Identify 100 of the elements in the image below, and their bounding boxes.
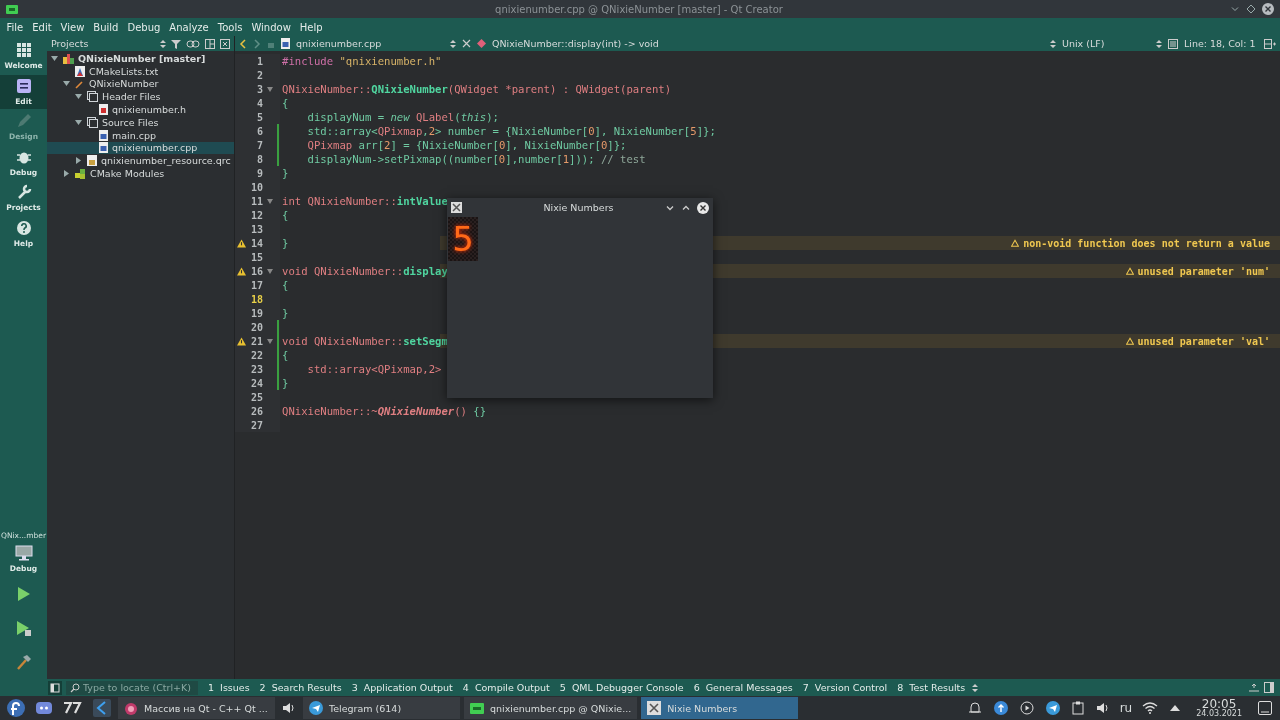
output-tab[interactable]: 5 QML Debugger Console [556,682,687,693]
maximize-panel-icon[interactable] [1248,682,1260,693]
grid-icon [15,42,32,58]
fold-arrow-icon[interactable] [267,268,273,274]
line-number: 13 [249,223,263,235]
menu-item[interactable]: View [56,21,89,33]
code-line: } [282,377,289,389]
code-line: #include "qnixienumber.h" [282,55,442,67]
menu-item[interactable]: Edit [27,21,57,33]
output-tab[interactable]: 2 Search Results [256,682,345,693]
close-icon[interactable] [1262,3,1274,15]
code-line: void QNixieNumber::setSegm [282,335,448,347]
menu-item[interactable]: Window [246,21,296,33]
resource-file-icon [87,155,97,167]
tree-item[interactable]: QNixieNumber [89,78,159,90]
collapse-arrow-icon[interactable] [63,80,71,88]
updown-icon[interactable] [160,38,166,49]
close-icon[interactable] [697,201,709,214]
clipboard-icon[interactable] [1071,701,1084,715]
menu-item[interactable]: Help [295,21,328,33]
taskbar-task[interactable]: Telegram (614) [303,697,460,719]
link-icon[interactable] [186,38,200,49]
updown-icon[interactable] [972,682,979,693]
keyboard-layout[interactable]: ru [1119,701,1133,715]
split-icon[interactable] [1264,682,1274,693]
output-tab[interactable]: 4 Compile Output [459,682,553,693]
source-file-icon [99,142,108,154]
code-line: { [282,97,289,109]
chat-icon[interactable] [35,700,53,716]
output-tab[interactable]: 1 Issues [205,682,253,693]
menu-item[interactable]: Tools [213,21,247,33]
expand-arrow-icon[interactable] [1170,705,1181,711]
code-line: std::array<QPixmap,2> number = {NixieNumber[0], NixieNumber[5]}; [306,125,716,137]
taskbar-task[interactable]: Массив на Qt - C++ Qt ... [118,697,275,719]
speaker-icon[interactable] [282,701,296,715]
sidebar-toggle-icon[interactable] [48,680,62,695]
code-line: std::array<QPixmap,2> [306,363,442,375]
tree-item[interactable]: CMakeLists.txt [89,65,159,77]
debug-run-icon[interactable] [15,620,32,636]
telegram-icon[interactable] [1045,701,1060,715]
update-icon[interactable] [993,701,1008,715]
speaker-icon[interactable] [1095,701,1110,715]
wifi-icon[interactable] [1142,702,1159,714]
tree-item[interactable]: main.cpp [112,129,157,141]
expand-arrow-icon[interactable] [63,170,71,178]
menu-item[interactable]: Build [88,21,123,33]
taskbar-task[interactable]: Nixie Numbers [641,697,799,719]
split-icon[interactable] [1264,38,1276,49]
fold-arrow-icon[interactable] [267,86,273,92]
tree-item[interactable]: qnixienumber.h [112,104,187,116]
taskbar-task[interactable]: qnixienumber.cpp @ QNixie... [464,697,638,719]
app-launcher-icon[interactable] [63,702,83,714]
line-ending-selector[interactable]: Unix (LF) [1062,38,1150,49]
file-selector[interactable]: qnixienumber.cpp [296,38,444,49]
tree-item[interactable]: Source Files [102,116,159,128]
help-icon [15,219,32,236]
cursor-position[interactable]: Line: 18, Col: 1 [1184,38,1258,49]
close-icon[interactable] [462,39,471,48]
close-panel-icon[interactable] [220,38,230,49]
expand-arrow-icon[interactable] [75,157,83,165]
clock-time[interactable]: 20:05 [1201,698,1237,710]
app-icon [451,202,462,213]
run-icon[interactable] [16,586,31,602]
menu-item[interactable]: Debug [122,21,165,33]
tree-item[interactable]: CMake Modules [90,168,165,180]
show-desktop-icon[interactable] [1258,701,1272,715]
tree-item[interactable]: Header Files [102,91,161,103]
output-tab[interactable]: 7 Version Control [799,682,891,693]
fold-arrow-icon[interactable] [267,338,273,344]
output-tab[interactable]: 8 Test Results [894,682,969,693]
fedora-icon[interactable] [7,699,25,717]
document-icon[interactable] [1168,38,1178,49]
code-line: displayNum = new QLabel(this); [306,111,499,123]
window-title: Nixie Numbers [542,202,615,213]
menu-item[interactable]: File [2,21,28,33]
updown-icon[interactable] [450,38,456,49]
tree-item[interactable]: qnixienumber_resource.qrc [101,155,231,167]
search-field[interactable]: Type to locate (Ctrl+K) [66,680,198,695]
symbol-selector[interactable]: QNixieNumber::display(int) -> void [492,38,1044,49]
collapse-arrow-icon[interactable] [75,118,83,126]
menu-item[interactable]: Analyze [164,21,214,33]
play-icon[interactable] [1019,701,1034,715]
output-tab[interactable]: 6 General Messages [690,682,796,693]
back-icon[interactable] [239,38,247,49]
filter-icon[interactable] [171,38,181,49]
fold-arrow-icon[interactable] [267,198,273,204]
nixie-digit: 5 [448,217,478,261]
collapse-arrow-icon[interactable] [75,93,83,101]
clock-date[interactable]: 24.03.2021 [1196,710,1242,718]
updown-icon[interactable] [1156,38,1162,49]
output-tab[interactable]: 3 Application Output [348,682,456,693]
code-editor-icon[interactable] [93,699,111,717]
tree-item[interactable]: QNixieNumber [master] [78,52,206,64]
document-icon [15,77,32,94]
collapse-arrow-icon[interactable] [51,54,59,62]
split-icon[interactable] [205,38,215,49]
updown-icon[interactable] [1050,38,1056,49]
code-line: { [282,209,289,221]
maximize-icon[interactable] [1246,4,1256,14]
bell-icon[interactable] [967,701,982,715]
